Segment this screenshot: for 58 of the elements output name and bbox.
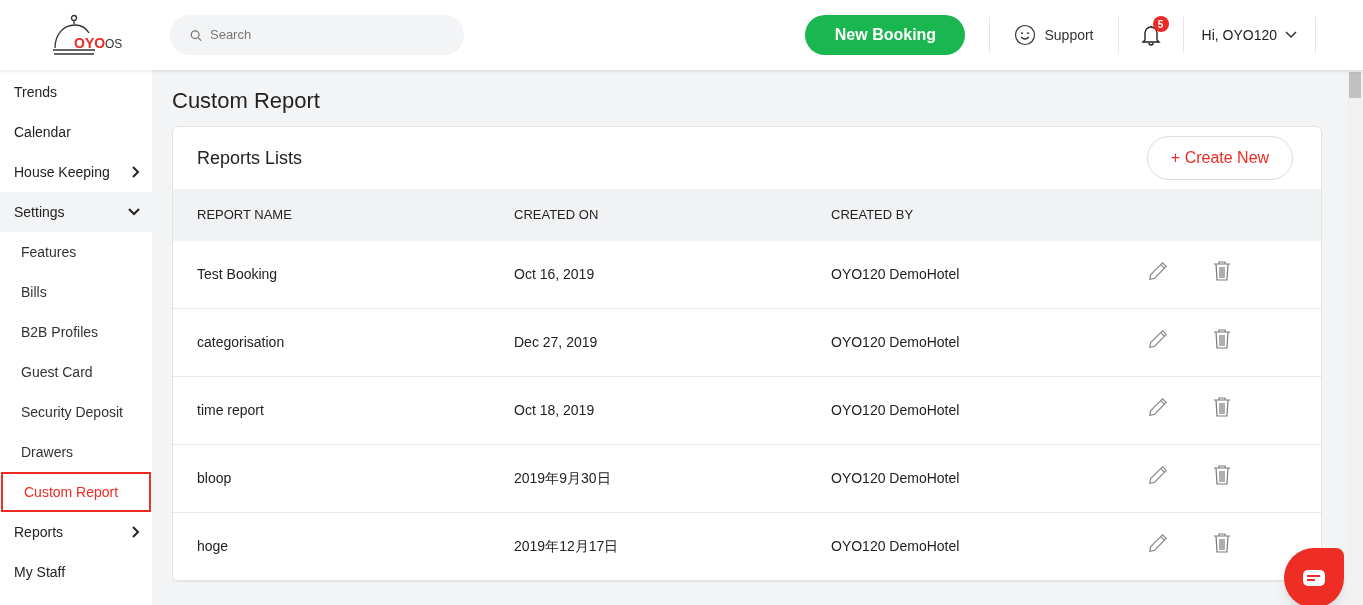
scrollbar[interactable]: [1347, 70, 1363, 605]
sidebar-item[interactable]: House Keeping: [0, 152, 152, 192]
sidebar-item[interactable]: Settings: [0, 192, 152, 232]
notification-button[interactable]: 5: [1118, 20, 1183, 50]
table-cell-text: Oct 18, 2019: [514, 401, 596, 420]
logo: OYOOS: [52, 14, 128, 56]
pencil-icon[interactable]: [1147, 395, 1169, 418]
table-cell-text: time report: [197, 401, 265, 420]
table-cell-text: Dec 27, 2019: [514, 333, 599, 352]
sidebar-subitem[interactable]: Bills: [0, 272, 152, 312]
sidebar-subitem[interactable]: Security Deposit: [0, 392, 152, 432]
table-cell-text: categorisation: [197, 333, 286, 352]
search-input[interactable]: Search: [210, 25, 444, 45]
notification-count: 5: [1152, 16, 1169, 32]
table-cell-text: hoge: [197, 537, 230, 556]
chevron-down-icon: [128, 208, 140, 216]
sidebar-subitem[interactable]: Guest Card: [0, 352, 152, 392]
sidebar-item[interactable]: My Staff: [0, 552, 152, 592]
user-menu[interactable]: Hi, OYO120: [1183, 24, 1315, 46]
trash-icon[interactable]: [1213, 396, 1231, 417]
pencil-icon[interactable]: [1147, 259, 1169, 282]
table-cell-text: Test Booking: [197, 265, 279, 284]
pencil-icon[interactable]: [1147, 327, 1169, 350]
table-cell-text: 2019年9月30日: [514, 469, 612, 488]
trash-icon[interactable]: [1213, 532, 1231, 553]
trash-icon[interactable]: [1213, 328, 1231, 349]
table-cell-text: Oct 16, 2019: [514, 265, 596, 284]
chevron-right-icon: [132, 526, 140, 538]
table-cell-text: OYO120 DemoHotel: [831, 401, 961, 420]
sidebar-item[interactable]: Calendar: [0, 112, 152, 152]
chevron-right-icon: [132, 166, 140, 178]
column-header: CREATED ON: [514, 206, 600, 225]
table-cell-text: OYO120 DemoHotel: [831, 333, 961, 352]
table-cell-text: OYO120 DemoHotel: [831, 265, 961, 284]
table-cell-text: OYO120 DemoHotel: [831, 537, 961, 556]
sidebar-subitem[interactable]: Custom Report: [1, 472, 151, 512]
pencil-icon[interactable]: [1147, 463, 1169, 486]
page-title: Custom Report: [172, 87, 321, 115]
card-title: Reports Lists: [197, 146, 303, 170]
table-cell-text: OYO120 DemoHotel: [831, 469, 961, 488]
column-header: CREATED BY: [831, 206, 915, 225]
sidebar-item[interactable]: Reports: [0, 512, 152, 552]
support-button[interactable]: Support: [990, 24, 1118, 46]
sidebar-subitem[interactable]: Drawers: [0, 432, 152, 472]
sidebar-item[interactable]: Trends: [0, 72, 152, 112]
chat-button[interactable]: [1284, 548, 1344, 605]
chevron-down-icon: [1285, 31, 1297, 39]
sidebar-subitem[interactable]: B2B Profiles: [0, 312, 152, 352]
trash-icon[interactable]: [1213, 260, 1231, 281]
search-icon: [190, 28, 202, 42]
sidebar-subitem[interactable]: Features: [0, 232, 152, 272]
trash-icon[interactable]: [1213, 464, 1231, 485]
chat-icon: [1302, 569, 1326, 587]
pencil-icon[interactable]: [1147, 531, 1169, 554]
search-field[interactable]: Search: [170, 15, 464, 55]
column-header: REPORT NAME: [197, 206, 293, 225]
table-cell-text: 2019年12月17日: [514, 537, 620, 556]
table-cell-text: bloop: [197, 469, 233, 488]
